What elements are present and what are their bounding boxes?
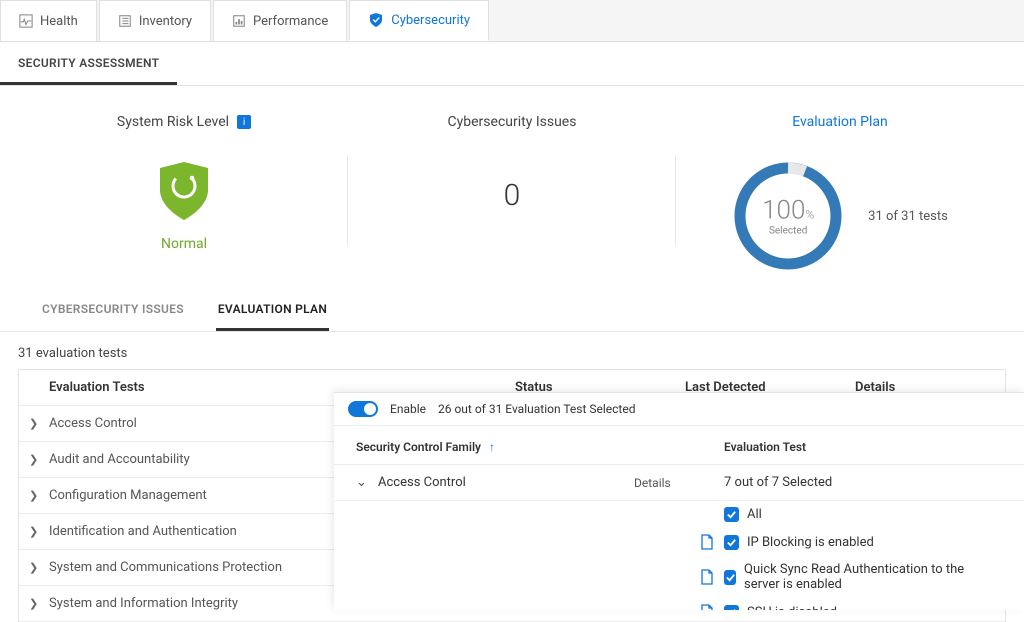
donut-selected-label: Selected — [762, 226, 814, 237]
risk-body: Normal — [20, 160, 348, 252]
evaluation-donut: 100% Selected — [732, 160, 844, 272]
tests-of-text: 31 of 31 tests — [868, 209, 948, 224]
midtab-issues[interactable]: CYBERSECURITY ISSUES — [40, 290, 186, 331]
checkbox[interactable] — [724, 535, 739, 550]
summary-issues-title: Cybersecurity Issues — [448, 114, 577, 130]
selected-summary-text: 26 out of 31 Evaluation Test Selected — [438, 402, 635, 416]
evaluation-plan-panel: Enable 26 out of 31 Evaluation Test Sele… — [334, 392, 1024, 610]
tab-inventory-label: Inventory — [139, 14, 192, 29]
tab-cybersecurity-label: Cybersecurity — [391, 13, 470, 28]
group-name: Access Control — [378, 475, 466, 490]
issues-count: 0 — [348, 178, 676, 213]
col-security-control-family[interactable]: Security Control Family ↑ — [356, 440, 634, 454]
document-icon[interactable] — [634, 569, 724, 585]
checkbox[interactable] — [724, 570, 736, 585]
item-label: All — [747, 507, 762, 522]
col-evaluation-test: Evaluation Test — [724, 440, 1002, 454]
enable-label: Enable — [390, 402, 426, 416]
chevron-right-icon: ❯ — [29, 561, 49, 574]
chevron-right-icon: ❯ — [29, 597, 49, 610]
tab-inventory[interactable]: Inventory — [99, 0, 211, 41]
tab-health-label: Health — [40, 14, 78, 29]
panel-header: Security Control Family ↑ Evaluation Tes… — [334, 426, 1024, 465]
item-label: SSH is disabled — [747, 605, 837, 611]
tab-cybersecurity[interactable]: Cybersecurity — [349, 0, 489, 41]
summary-risk-title-text: System Risk Level — [117, 114, 229, 130]
panel-item-row: SSH is disabled — [334, 598, 1024, 610]
summary-issues: Cybersecurity Issues 0 — [348, 114, 676, 213]
checkbox[interactable] — [724, 507, 739, 522]
risk-status-text: Normal — [20, 236, 348, 252]
summary-evaluation-title[interactable]: Evaluation Plan — [792, 114, 888, 130]
tab-health[interactable]: Health — [0, 0, 97, 41]
details-link[interactable]: Details — [634, 476, 724, 490]
tab-performance-label: Performance — [253, 14, 328, 29]
chevron-right-icon: ❯ — [29, 453, 49, 466]
sort-ascending-icon: ↑ — [489, 440, 495, 454]
donut-percent: 100 — [762, 196, 805, 226]
bar-chart-icon — [232, 14, 246, 28]
enable-toggle[interactable] — [348, 401, 378, 417]
mid-tabs: CYBERSECURITY ISSUES EVALUATION PLAN — [0, 290, 1024, 332]
group-selected: 7 out of 7 Selected — [724, 475, 1002, 490]
subtab-security-assessment[interactable]: SECURITY ASSESSMENT — [0, 42, 177, 85]
shield-check-icon — [368, 12, 384, 28]
col-scf-label: Security Control Family — [356, 440, 481, 454]
item-label: IP Blocking is enabled — [747, 535, 874, 550]
summary-risk: System Risk Level i Normal — [20, 114, 348, 252]
chevron-down-icon: ⌄ — [356, 475, 370, 490]
panel-item-row: IP Blocking is enabled — [334, 528, 1024, 556]
chevron-right-icon: ❯ — [29, 489, 49, 502]
summary-risk-title: System Risk Level i — [117, 114, 251, 130]
info-icon[interactable]: i — [237, 115, 251, 129]
list-icon — [118, 14, 132, 28]
evaluation-body: 100% Selected 31 of 31 tests — [676, 160, 1004, 272]
document-icon[interactable] — [634, 534, 724, 550]
chevron-right-icon: ❯ — [29, 525, 49, 538]
donut-center: 100% Selected — [762, 196, 814, 237]
checkbox[interactable] — [724, 605, 739, 611]
document-icon[interactable] — [634, 604, 724, 610]
panel-item-row: Quick Sync Read Authentication to the se… — [334, 556, 1024, 598]
chevron-right-icon: ❯ — [29, 417, 49, 430]
panel-body: ⌄ Access Control Details 7 out of 7 Selec… — [334, 465, 1024, 610]
percent-sign: % — [805, 208, 814, 222]
summary-row: System Risk Level i Normal Cybersecurity… — [0, 114, 1024, 290]
summary-evaluation: Evaluation Plan 100% Selected 31 of 31 t… — [676, 114, 1004, 272]
shield-status-icon — [156, 160, 212, 226]
heartbeat-icon — [19, 14, 33, 28]
item-label: Quick Sync Read Authentication to the se… — [744, 562, 1002, 592]
panel-group-row[interactable]: ⌄ Access Control Details 7 out of 7 Selec… — [334, 465, 1024, 501]
panel-toolbar: Enable 26 out of 31 Evaluation Test Sele… — [334, 393, 1024, 426]
top-tabs: Health Inventory Performance Cybersecuri… — [0, 0, 1024, 42]
tab-performance[interactable]: Performance — [213, 0, 347, 41]
panel-item-row: All — [334, 501, 1024, 528]
evaluation-tests-count: 31 evaluation tests — [18, 346, 1006, 361]
sub-header: SECURITY ASSESSMENT — [0, 42, 1024, 86]
midtab-plan[interactable]: EVALUATION PLAN — [216, 290, 329, 331]
